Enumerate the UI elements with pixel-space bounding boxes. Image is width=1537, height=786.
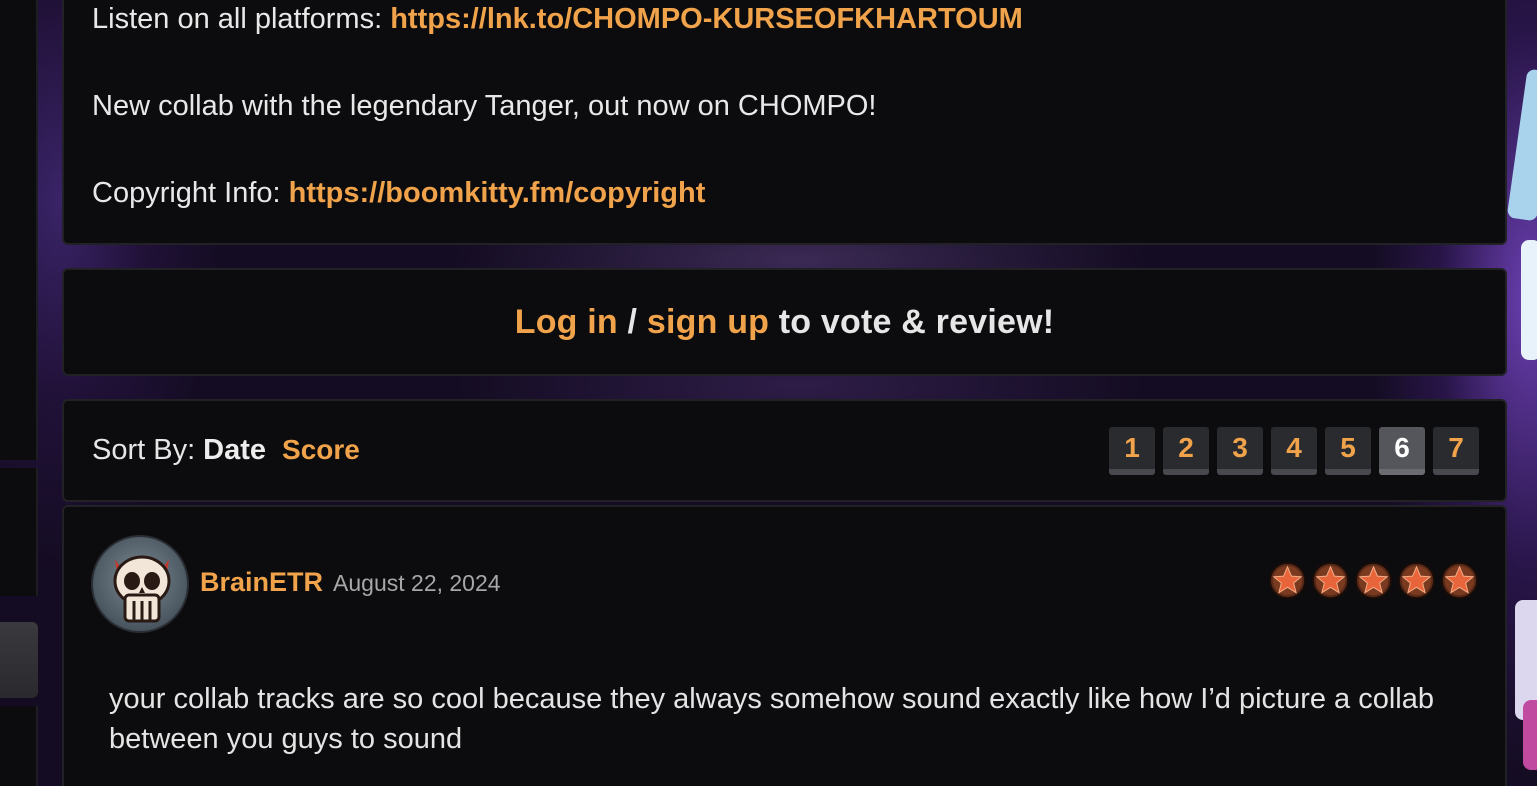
review-meta: BrainETR August 22, 2024 bbox=[200, 567, 501, 598]
star-icon bbox=[1397, 561, 1436, 600]
login-prompt-panel: Log in / sign up to vote & review! bbox=[62, 268, 1507, 376]
login-prompt: Log in / sign up to vote & review! bbox=[515, 303, 1055, 342]
sidebar-panel bbox=[0, 468, 38, 596]
copyright-link[interactable]: https://boomkitty.fm/copyright bbox=[289, 177, 706, 209]
listen-label: Listen on all platforms: bbox=[92, 3, 391, 35]
pagination: 1 2 3 4 5 6 7 bbox=[1109, 427, 1479, 475]
review-date: August 22, 2024 bbox=[333, 570, 501, 596]
sort-bar: Sort By: Date Score 1 2 3 4 5 6 7 bbox=[62, 399, 1507, 502]
page-button[interactable]: 2 bbox=[1163, 427, 1209, 475]
sort-label: Sort By: bbox=[92, 434, 196, 466]
avatar[interactable] bbox=[91, 535, 189, 633]
star-icon bbox=[1311, 561, 1350, 600]
skull-icon bbox=[113, 555, 171, 623]
page-button[interactable]: 7 bbox=[1433, 427, 1479, 475]
sidebar-panel bbox=[0, 706, 38, 786]
left-sidebar bbox=[0, 0, 38, 786]
sort-controls: Sort By: Date Score bbox=[92, 434, 360, 467]
login-link[interactable]: Log in bbox=[515, 303, 618, 341]
track-description-panel: Listen on all platforms: https://lnk.to/… bbox=[62, 0, 1507, 245]
page-button[interactable]: 5 bbox=[1325, 427, 1371, 475]
page-button[interactable]: 4 bbox=[1271, 427, 1317, 475]
review-text: your collab tracks are so cool because t… bbox=[109, 683, 1435, 755]
background-artwork bbox=[1506, 0, 1537, 786]
sort-option-score[interactable]: Score bbox=[282, 434, 360, 466]
star-rating bbox=[1268, 561, 1479, 600]
review-card: BrainETR August 22, 2024 your collab tra… bbox=[62, 505, 1507, 786]
collab-text: New collab with the legendary Tanger, ou… bbox=[92, 90, 877, 122]
login-suffix: to vote & review! bbox=[769, 302, 1055, 341]
streaming-link[interactable]: https://lnk.to/CHOMPO-KURSEOFKHARTOUM bbox=[390, 3, 1023, 35]
login-separator: / bbox=[617, 302, 647, 341]
sidebar-panel bbox=[0, 0, 38, 460]
review-username[interactable]: BrainETR bbox=[200, 567, 323, 598]
star-icon bbox=[1440, 561, 1479, 600]
copyright-label: Copyright Info: bbox=[92, 177, 289, 209]
copyright-line: Copyright Info: https://boomkitty.fm/cop… bbox=[92, 176, 705, 210]
page-button-current[interactable]: 6 bbox=[1379, 427, 1425, 475]
page-button[interactable]: 1 bbox=[1109, 427, 1155, 475]
sort-option-date[interactable]: Date bbox=[203, 434, 266, 467]
signup-link[interactable]: sign up bbox=[647, 303, 769, 341]
listen-line: Listen on all platforms: https://lnk.to/… bbox=[92, 2, 1023, 36]
sidebar-button[interactable] bbox=[0, 622, 38, 698]
page-button[interactable]: 3 bbox=[1217, 427, 1263, 475]
star-icon bbox=[1354, 561, 1393, 600]
star-icon bbox=[1268, 561, 1307, 600]
